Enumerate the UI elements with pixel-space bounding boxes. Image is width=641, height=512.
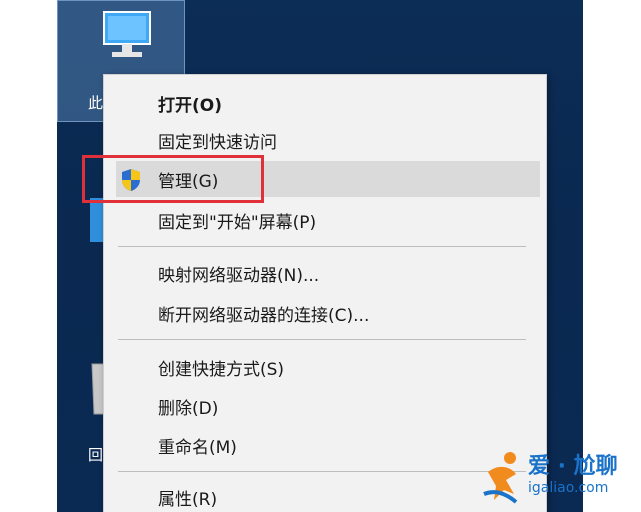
menu-item-label: 创建快捷方式(S) (158, 359, 285, 380)
menu-item-disconnect-network-drive[interactable]: 断开网络驱动器的连接(C)... (104, 295, 542, 331)
screenshot-stage: 此 回 打开(O) 固定到快速访问 管理(G) 固定到"开始"屏幕(P) 映射网… (0, 0, 641, 512)
menu-item-label: 删除(D) (158, 398, 219, 419)
watermark-url: igaliao.com (528, 480, 609, 496)
menu-item-create-shortcut[interactable]: 创建快捷方式(S) (104, 349, 542, 385)
computer-icon (103, 11, 151, 57)
desktop-icon-label: 此 (88, 94, 104, 112)
menu-separator (118, 471, 526, 472)
menu-item-label: 固定到"开始"屏幕(P) (158, 212, 317, 233)
menu-item-label: 固定到快速访问 (158, 132, 277, 153)
watermark: 爱 · 尬聊 igaliao.com (480, 446, 640, 508)
watermark-title: 爱 · 尬聊 (528, 454, 618, 479)
menu-item-label: 属性(R) (158, 489, 218, 510)
menu-separator (118, 339, 526, 340)
runner-logo-icon (483, 452, 518, 504)
menu-item-label: 映射网络驱动器(N)... (158, 265, 320, 286)
menu-item-open[interactable]: 打开(O) (104, 85, 542, 121)
menu-item-pin-start[interactable]: 固定到"开始"屏幕(P) (104, 202, 542, 238)
menu-item-properties[interactable]: 属性(R) (104, 479, 542, 512)
menu-item-label: 断开网络驱动器的连接(C)... (158, 305, 370, 326)
menu-item-rename[interactable]: 重命名(M) (104, 427, 542, 463)
menu-item-pin-quick-access[interactable]: 固定到快速访问 (104, 122, 542, 158)
desktop-icon-label: 回 (88, 446, 104, 464)
menu-item-map-network-drive[interactable]: 映射网络驱动器(N)... (104, 255, 542, 291)
menu-item-delete[interactable]: 删除(D) (104, 388, 542, 424)
annotation-highlight-box (82, 155, 264, 203)
menu-item-label: 打开(O) (158, 95, 222, 116)
menu-separator (118, 246, 526, 247)
menu-item-label: 重命名(M) (158, 437, 237, 458)
